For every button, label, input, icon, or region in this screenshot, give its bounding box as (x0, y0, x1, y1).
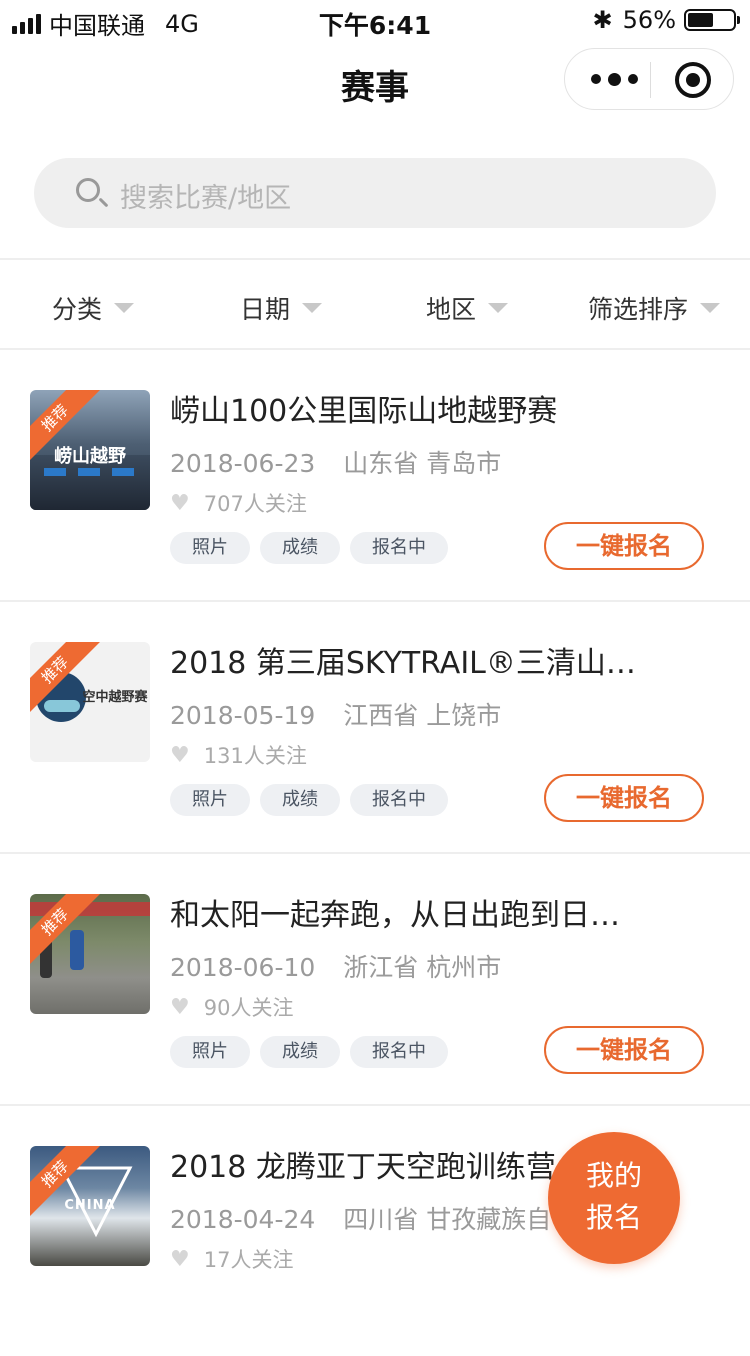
tag-registering[interactable]: 报名中 (350, 1036, 448, 1068)
thumbnail-caption: CHINA (64, 1198, 116, 1213)
followers-count: 707人关注 (203, 492, 307, 516)
event-card[interactable]: 空中越野赛 推荐 2018 第三届SKYTRAIL®三清山… 2018-05-1… (0, 602, 750, 854)
event-title: 和太阳一起奔跑，从日出跑到日… (170, 898, 620, 933)
close-miniprogram-icon[interactable] (675, 62, 711, 98)
event-card[interactable]: 崂山越野 推荐 崂山100公里国际山地越野赛 2018-06-23 山东省 青岛市… (0, 350, 750, 602)
followers-count: 17人关注 (203, 1248, 294, 1272)
tag-results[interactable]: 成绩 (260, 1036, 340, 1068)
heart-icon[interactable]: ♥ (170, 995, 190, 1020)
search-placeholder: 搜索比赛/地区 (120, 183, 292, 214)
nav-bar: 赛事 (0, 44, 750, 120)
heart-icon[interactable]: ♥ (170, 1247, 190, 1272)
status-bar: 中国联通 4G 下午6:41 ✱ 56% (0, 0, 750, 40)
event-tags: 照片 成绩 报名中 (170, 1036, 448, 1068)
quick-signup-button[interactable]: 一键报名 (544, 774, 704, 822)
event-tags: 照片 成绩 报名中 (170, 532, 448, 564)
caret-down-icon (700, 303, 721, 313)
battery-percent: 56% (622, 6, 676, 34)
event-location: 山东省 青岛市 (343, 449, 502, 478)
event-thumbnail: CHINA 推荐 (30, 1146, 150, 1266)
filter-label: 地区 (426, 295, 477, 324)
caret-down-icon (114, 303, 135, 313)
event-title: 崂山100公里国际山地越野赛 (170, 394, 558, 429)
event-date: 2018-04-24 (170, 1205, 316, 1234)
event-thumbnail: 空中越野赛 推荐 (30, 642, 150, 762)
miniprogram-capsule (564, 48, 734, 110)
heart-icon[interactable]: ♥ (170, 743, 190, 768)
event-location: 浙江省 杭州市 (343, 953, 502, 982)
filter-label: 日期 (240, 295, 291, 324)
event-location: 江西省 上饶市 (343, 701, 502, 730)
quick-signup-button[interactable]: 一键报名 (544, 522, 704, 570)
fab-line2: 报名 (585, 1201, 642, 1234)
tag-photos[interactable]: 照片 (170, 784, 250, 816)
thumbnail-caption: 空中越野赛 (82, 690, 148, 705)
heart-icon[interactable]: ♥ (170, 491, 190, 516)
event-followers: ♥ 707人关注 (170, 488, 307, 518)
tag-photos[interactable]: 照片 (170, 532, 250, 564)
event-thumbnail: 推荐 (30, 894, 150, 1014)
filter-label: 筛选排序 (588, 295, 689, 324)
filter-bar: 分类 日期 地区 筛选排序 (0, 260, 750, 348)
fab-line1: 我的 (585, 1159, 642, 1192)
event-title: 2018 第三届SKYTRAIL®三清山… (170, 646, 636, 681)
event-date: 2018-06-10 (170, 953, 316, 982)
event-title: 2018 龙腾亚丁天空跑训练营 (170, 1150, 556, 1185)
event-followers: ♥ 131人关注 (170, 740, 307, 770)
status-right: ✱ 56% (592, 6, 740, 34)
caret-down-icon (488, 303, 509, 313)
event-date: 2018-06-23 (170, 449, 316, 478)
event-followers: ♥ 17人关注 (170, 1244, 293, 1274)
capsule-divider (650, 62, 651, 98)
tag-registering[interactable]: 报名中 (350, 532, 448, 564)
search-icon (76, 178, 100, 202)
tag-results[interactable]: 成绩 (260, 532, 340, 564)
event-meta: 2018-06-10 浙江省 杭州市 (170, 948, 501, 984)
event-card[interactable]: 推荐 和太阳一起奔跑，从日出跑到日… 2018-06-10 浙江省 杭州市 ♥ 9… (0, 854, 750, 1106)
tag-photos[interactable]: 照片 (170, 1036, 250, 1068)
bluetooth-icon: ✱ (592, 6, 613, 34)
caret-down-icon (302, 303, 323, 313)
filter-date[interactable]: 日期 (240, 290, 323, 326)
event-thumbnail: 崂山越野 推荐 (30, 390, 150, 510)
event-followers: ♥ 90人关注 (170, 992, 293, 1022)
filter-label: 分类 (52, 295, 103, 324)
event-tags: 照片 成绩 报名中 (170, 784, 448, 816)
battery-icon (684, 9, 740, 31)
filter-region[interactable]: 地区 (426, 290, 509, 326)
quick-signup-button[interactable]: 一键报名 (544, 1026, 704, 1074)
event-date: 2018-05-19 (170, 701, 316, 730)
search-input[interactable]: 搜索比赛/地区 (34, 158, 716, 228)
more-icon[interactable] (591, 67, 651, 91)
my-registrations-button[interactable]: 我的 报名 (548, 1132, 680, 1264)
event-location: 四川省 甘孜藏族自 (343, 1205, 552, 1234)
tag-results[interactable]: 成绩 (260, 784, 340, 816)
thumbnail-caption: 崂山越野 (54, 446, 126, 467)
filter-sort[interactable]: 筛选排序 (588, 290, 721, 326)
tag-registering[interactable]: 报名中 (350, 784, 448, 816)
event-meta: 2018-05-19 江西省 上饶市 (170, 696, 501, 732)
followers-count: 131人关注 (203, 744, 307, 768)
event-meta: 2018-06-23 山东省 青岛市 (170, 444, 501, 480)
filter-category[interactable]: 分类 (52, 290, 135, 326)
event-meta: 2018-04-24 四川省 甘孜藏族自 (170, 1200, 551, 1236)
followers-count: 90人关注 (203, 996, 294, 1020)
